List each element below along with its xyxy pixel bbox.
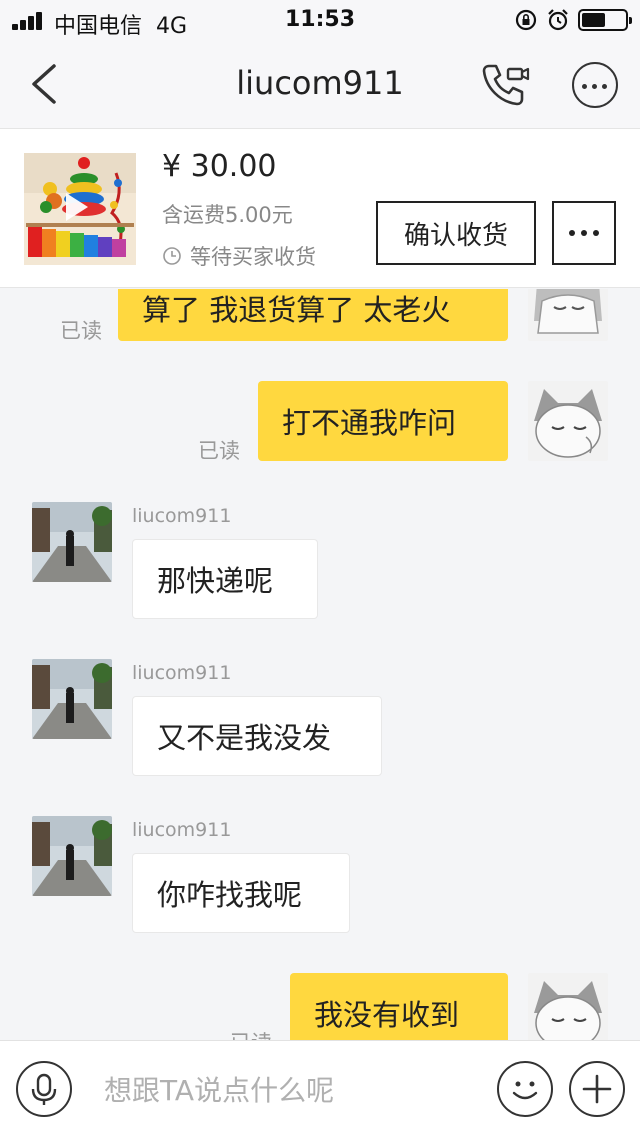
read-receipt: 已读 bbox=[230, 1027, 272, 1040]
input-bar: 想跟TA说点什么呢 bbox=[0, 1040, 640, 1136]
message-bubble-incoming[interactable]: 你咋找我呢 bbox=[132, 853, 350, 933]
phone-call-icon[interactable] bbox=[480, 60, 530, 108]
shipping-fee: 含运费5.00元 bbox=[162, 203, 293, 227]
order-more-button[interactable] bbox=[552, 201, 616, 265]
contact-avatar[interactable] bbox=[32, 502, 112, 582]
plus-icon[interactable] bbox=[569, 1061, 625, 1117]
microphone-icon[interactable] bbox=[16, 1061, 72, 1117]
my-avatar[interactable] bbox=[528, 381, 608, 461]
my-avatar[interactable] bbox=[528, 289, 608, 341]
ellipsis-icon bbox=[569, 230, 575, 236]
message-bubble-outgoing[interactable]: 打不通我咋问 bbox=[258, 381, 508, 461]
chat-list[interactable]: 已读 算了 我退货算了 太老火 已读 打不通我咋问 liucom911 那快递呢 bbox=[0, 289, 640, 1040]
read-receipt: 已读 bbox=[60, 319, 102, 343]
play-icon bbox=[66, 193, 88, 221]
product-thumbnail[interactable] bbox=[24, 153, 136, 265]
plus-glyph bbox=[582, 1074, 612, 1104]
message-input[interactable]: 想跟TA说点什么呢 bbox=[104, 1069, 334, 1109]
smile-glyph bbox=[512, 1081, 538, 1100]
my-avatar[interactable] bbox=[528, 973, 608, 1040]
chat-title: liucom911 bbox=[236, 64, 404, 102]
confirm-receipt-button[interactable]: 确认收货 bbox=[376, 201, 536, 265]
alarm-icon bbox=[548, 9, 568, 31]
orientation-lock-icon bbox=[515, 9, 537, 31]
message-bubble-incoming[interactable]: 那快递呢 bbox=[132, 539, 318, 619]
product-card[interactable]: ¥ 30.00 含运费5.00元 等待买家收货 确认收货 bbox=[0, 128, 640, 288]
microphone-glyph bbox=[31, 1073, 57, 1105]
emoji-icon[interactable] bbox=[497, 1061, 553, 1117]
message-bubble-incoming[interactable]: 又不是我没发 bbox=[132, 696, 382, 776]
order-status: 等待买家收货 bbox=[162, 241, 316, 271]
battery-icon bbox=[578, 9, 632, 31]
sender-name: liucom911 bbox=[132, 505, 232, 527]
more-options-icon[interactable] bbox=[572, 62, 618, 108]
product-price: ¥ 30.00 bbox=[162, 149, 277, 184]
contact-avatar[interactable] bbox=[32, 816, 112, 896]
clock-icon bbox=[163, 247, 181, 265]
order-status-text: 等待买家收货 bbox=[190, 245, 316, 269]
sender-name: liucom911 bbox=[132, 819, 232, 841]
contact-avatar[interactable] bbox=[32, 659, 112, 739]
message-bubble-outgoing[interactable]: 我没有收到 bbox=[290, 973, 508, 1040]
message-bubble-outgoing[interactable]: 算了 我退货算了 太老火 bbox=[118, 289, 508, 341]
status-bar: 中国电信 4G 11:53 bbox=[0, 0, 640, 40]
nav-bar: liucom911 bbox=[0, 40, 640, 128]
sender-name: liucom911 bbox=[132, 662, 232, 684]
read-receipt: 已读 bbox=[198, 439, 240, 463]
